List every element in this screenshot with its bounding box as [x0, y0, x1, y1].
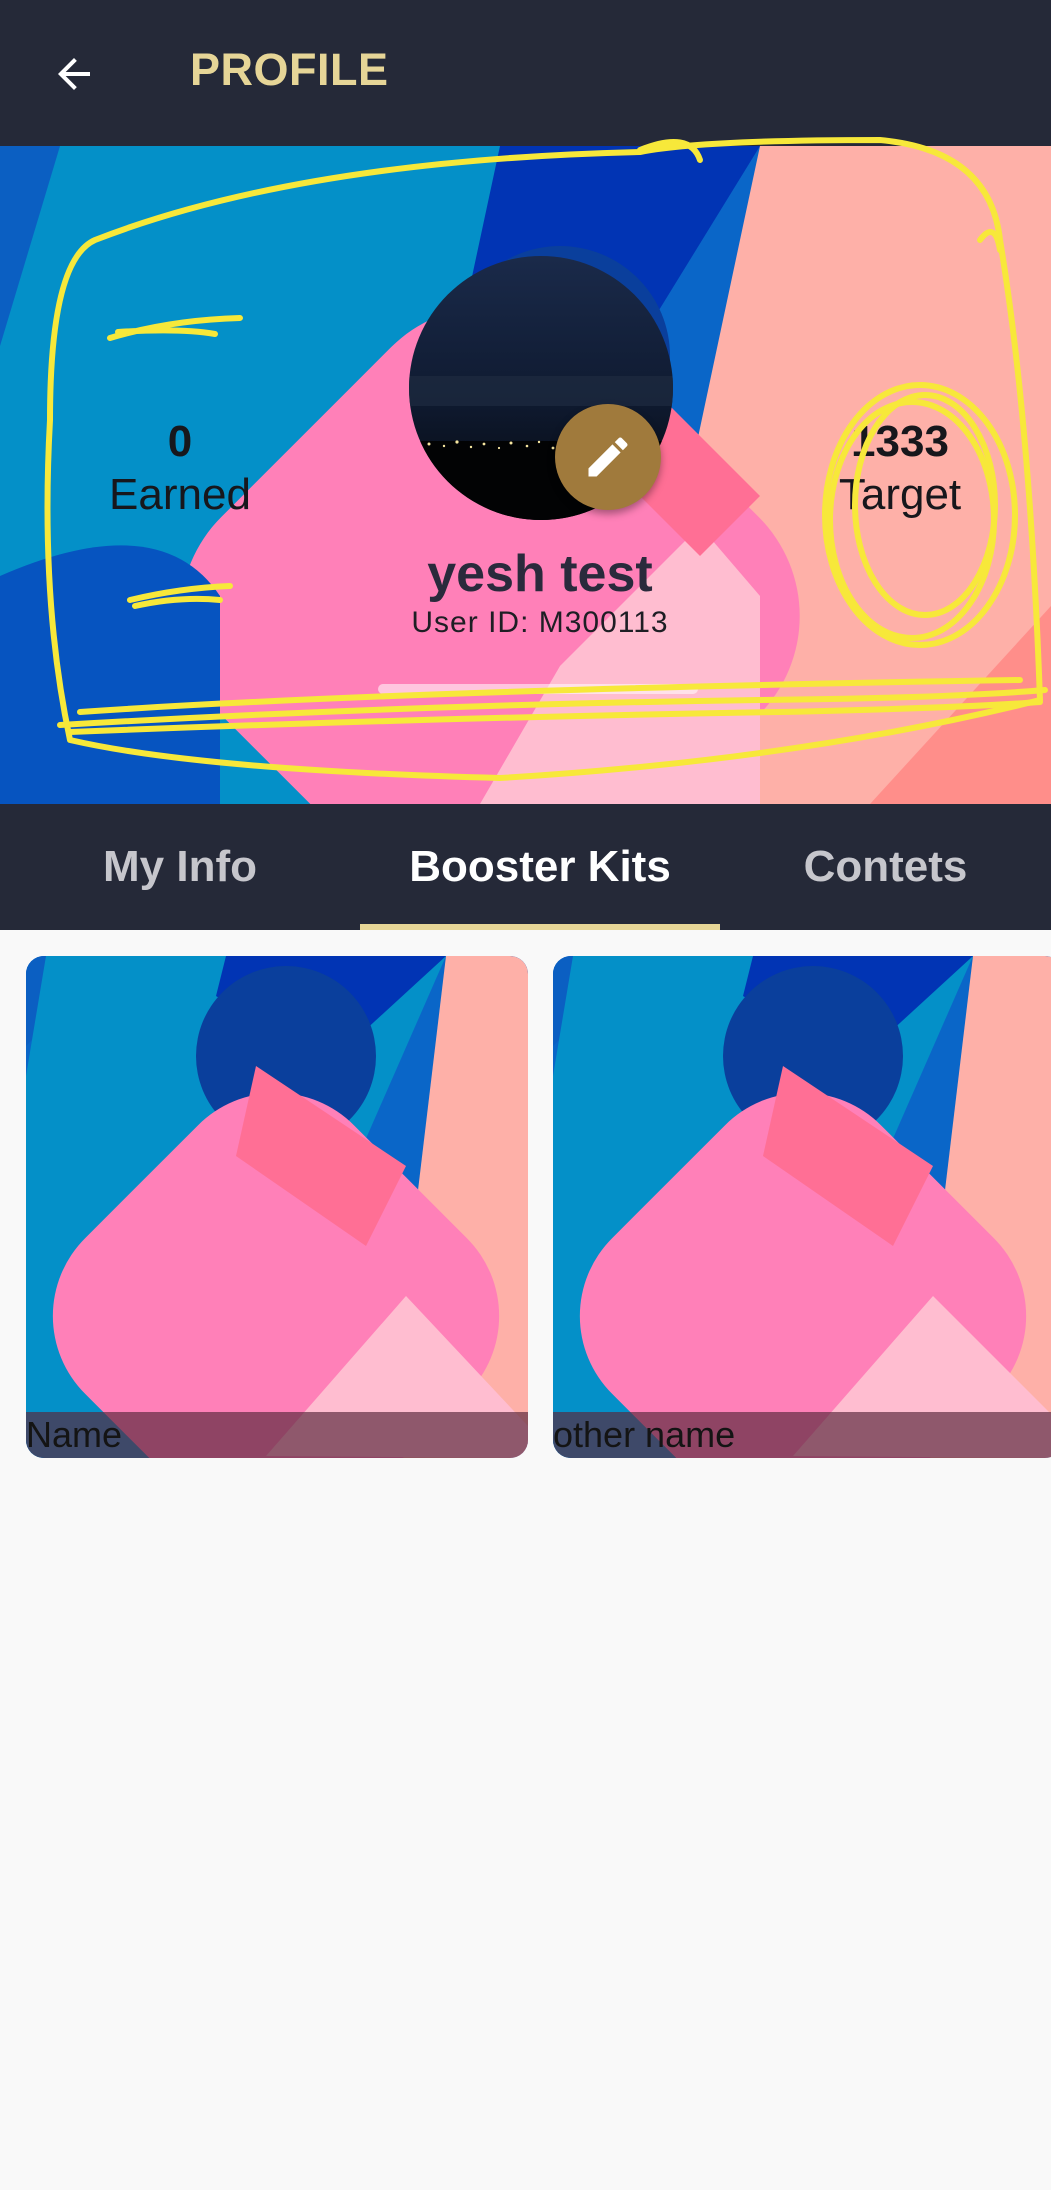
user-name: yesh test: [427, 545, 653, 603]
card-artwork: [553, 956, 1051, 1458]
card-artwork: [26, 956, 528, 1458]
pencil-icon: [588, 437, 628, 477]
target-stat: 1333 Target: [810, 416, 990, 522]
target-value: 1333: [851, 417, 949, 466]
earned-stat: 0 Earned: [90, 416, 270, 522]
card-caption: Name: [26, 1412, 528, 1458]
user-id: User ID: M300113: [411, 606, 669, 639]
edit-avatar-button[interactable]: [555, 404, 661, 510]
earned-label: Earned: [109, 470, 251, 519]
booster-kit-card[interactable]: Name: [26, 956, 528, 1458]
active-tab-indicator: [360, 924, 720, 930]
profile-screen: PROFILE 0 Earned 1333 Target yesh test U…: [0, 0, 1051, 2190]
target-label: Target: [838, 470, 962, 519]
tab-bar: My Info Booster Kits Contets: [0, 804, 1051, 930]
tab-booster-kits[interactable]: Booster Kits: [360, 804, 720, 930]
tab-my-info[interactable]: My Info: [0, 804, 360, 930]
profile-header: 0 Earned 1333 Target yesh test User ID: …: [0, 146, 1051, 804]
app-bar: PROFILE: [0, 0, 1051, 146]
page-title: PROFILE: [190, 44, 389, 95]
earned-value: 0: [167, 417, 193, 466]
card-caption: other name: [553, 1412, 1051, 1458]
booster-kit-card[interactable]: other name: [553, 956, 1051, 1458]
back-button[interactable]: [42, 42, 106, 106]
tab-contests[interactable]: Contets: [720, 804, 1051, 930]
target-progress-bar: [378, 684, 698, 694]
arrow-back-icon: [58, 58, 90, 90]
